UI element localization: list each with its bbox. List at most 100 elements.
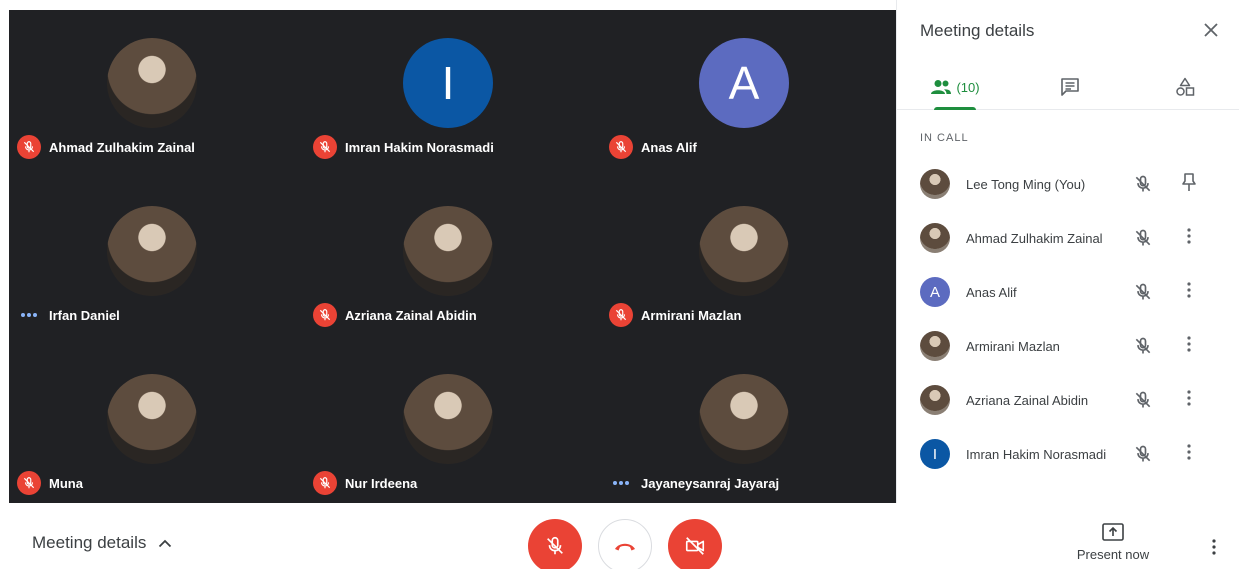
participant-avatar xyxy=(403,374,493,464)
meeting-details-panel: Meeting details (10) IN CALL Lee Tong Mi… xyxy=(896,0,1239,503)
participant-label: Anas Alif xyxy=(609,135,697,159)
mic-off-icon xyxy=(17,471,41,495)
mic-off-icon xyxy=(313,135,337,159)
mic-off-icon xyxy=(17,135,41,159)
present-now-label: Present now xyxy=(1076,547,1150,562)
tab-chat[interactable] xyxy=(1052,64,1088,110)
people-list-item[interactable]: Armirani Mazlan xyxy=(897,319,1239,373)
participant-avatar xyxy=(107,38,197,128)
chevron-up-icon xyxy=(159,539,172,547)
tab-activities[interactable] xyxy=(1167,64,1203,110)
leave-call-button[interactable] xyxy=(598,519,652,569)
person-name: Lee Tong Ming (You) xyxy=(966,176,1086,192)
participant-tile[interactable]: Irfan Daniel xyxy=(9,178,305,342)
participant-tile[interactable]: Jayaneysanraj Jayaraj xyxy=(601,346,897,510)
person-name: Imran Hakim Norasmadi xyxy=(966,446,1107,462)
panel-tabs: (10) xyxy=(897,64,1239,110)
mic-off-icon xyxy=(1129,170,1157,198)
person-avatar: I xyxy=(920,439,950,469)
person-more-button[interactable] xyxy=(1175,278,1203,306)
people-list-item[interactable]: I Imran Hakim Norasmadi xyxy=(897,427,1239,481)
person-name: Armirani Mazlan xyxy=(966,338,1060,354)
hang-up-icon xyxy=(615,543,635,551)
participant-avatar xyxy=(699,374,789,464)
mic-off-icon xyxy=(1129,278,1157,306)
participant-tile[interactable]: Azriana Zainal Abidin xyxy=(305,178,601,342)
more-vert-icon xyxy=(1187,443,1191,465)
pin-icon xyxy=(1181,172,1197,197)
connecting-dots-icon xyxy=(17,303,41,327)
person-avatar xyxy=(920,223,950,253)
participant-avatar xyxy=(699,206,789,296)
participant-label: Ahmad Zulhakim Zainal xyxy=(17,135,195,159)
participant-avatar xyxy=(107,374,197,464)
more-vert-icon xyxy=(1212,539,1216,555)
participant-name: Irfan Daniel xyxy=(49,307,120,323)
people-list-item[interactable]: Azriana Zainal Abidin xyxy=(897,373,1239,427)
people-count: (10) xyxy=(956,79,980,95)
activities-icon xyxy=(1176,77,1195,96)
person-more-button[interactable] xyxy=(1175,440,1203,468)
more-vert-icon xyxy=(1187,227,1191,249)
participant-avatar xyxy=(403,206,493,296)
microphone-toggle-button[interactable] xyxy=(528,519,582,569)
person-avatar xyxy=(920,169,950,199)
pin-button[interactable] xyxy=(1175,170,1203,198)
active-tab-indicator xyxy=(934,107,976,110)
participant-tile[interactable]: Armirani Mazlan xyxy=(601,178,897,342)
mic-off-icon xyxy=(1129,440,1157,468)
avatar-initial: A xyxy=(728,57,760,109)
people-list-item[interactable]: Ahmad Zulhakim Zainal xyxy=(897,211,1239,265)
person-name: Anas Alif xyxy=(966,284,1017,300)
participant-tile[interactable]: Muna xyxy=(9,346,305,510)
participant-tile[interactable]: A Anas Alif xyxy=(601,10,897,174)
participant-name: Azriana Zainal Abidin xyxy=(345,307,477,323)
camera-off-icon xyxy=(685,537,705,555)
person-name: Ahmad Zulhakim Zainal xyxy=(966,230,1103,246)
person-more-button[interactable] xyxy=(1175,332,1203,360)
meeting-details-label: Meeting details xyxy=(32,533,147,552)
people-list-item[interactable]: A Anas Alif xyxy=(897,265,1239,319)
mic-off-icon xyxy=(1129,332,1157,360)
video-grid: Ahmad Zulhakim Zainal I Imran Hakim Norasm… xyxy=(9,10,896,503)
person-more-button[interactable] xyxy=(1175,224,1203,252)
camera-toggle-button[interactable] xyxy=(668,519,722,569)
in-call-label: IN CALL xyxy=(920,132,969,144)
panel-title: Meeting details xyxy=(920,21,1035,40)
participant-name: Jayaneysanraj Jayaraj xyxy=(641,475,780,491)
people-list: Lee Tong Ming (You) Ahmad Zulhakim Zainal… xyxy=(897,157,1239,481)
participant-label: Imran Hakim Norasmadi xyxy=(313,135,494,159)
participant-label: Irfan Daniel xyxy=(17,303,120,327)
participant-label: Armirani Mazlan xyxy=(609,303,741,327)
mic-off-icon xyxy=(609,135,633,159)
more-options-button[interactable] xyxy=(1200,533,1228,561)
people-list-item[interactable]: Lee Tong Ming (You) xyxy=(897,157,1239,211)
meeting-details-toggle[interactable]: Meeting details xyxy=(32,533,172,553)
mic-off-icon xyxy=(313,471,337,495)
chat-icon xyxy=(1061,78,1079,96)
person-avatar xyxy=(920,385,950,415)
mic-off-icon xyxy=(1129,386,1157,414)
participant-avatar xyxy=(107,206,197,296)
participant-tile[interactable]: I Imran Hakim Norasmadi xyxy=(305,10,601,174)
present-screen-icon xyxy=(1102,523,1124,541)
close-panel-button[interactable] xyxy=(1197,16,1225,44)
more-vert-icon xyxy=(1187,335,1191,357)
participant-name: Muna xyxy=(49,475,83,491)
people-icon xyxy=(931,80,952,94)
avatar-initial: I xyxy=(441,57,455,109)
present-now-button[interactable]: Present now xyxy=(1072,523,1154,562)
more-vert-icon xyxy=(1187,281,1191,303)
participant-tile[interactable]: Nur Irdeena xyxy=(305,346,601,510)
participant-name: Anas Alif xyxy=(641,139,697,155)
bottom-control-bar: Meeting details Present now xyxy=(0,503,1239,569)
participant-tile[interactable]: Ahmad Zulhakim Zainal xyxy=(9,10,305,174)
participant-name: Armirani Mazlan xyxy=(641,307,742,323)
tab-people[interactable]: (10) xyxy=(925,64,985,110)
mic-off-icon xyxy=(1129,224,1157,252)
person-avatar xyxy=(920,331,950,361)
mic-off-icon xyxy=(609,303,633,327)
connecting-dots-icon xyxy=(609,471,633,495)
person-more-button[interactable] xyxy=(1175,386,1203,414)
participant-name: Ahmad Zulhakim Zainal xyxy=(49,139,195,155)
